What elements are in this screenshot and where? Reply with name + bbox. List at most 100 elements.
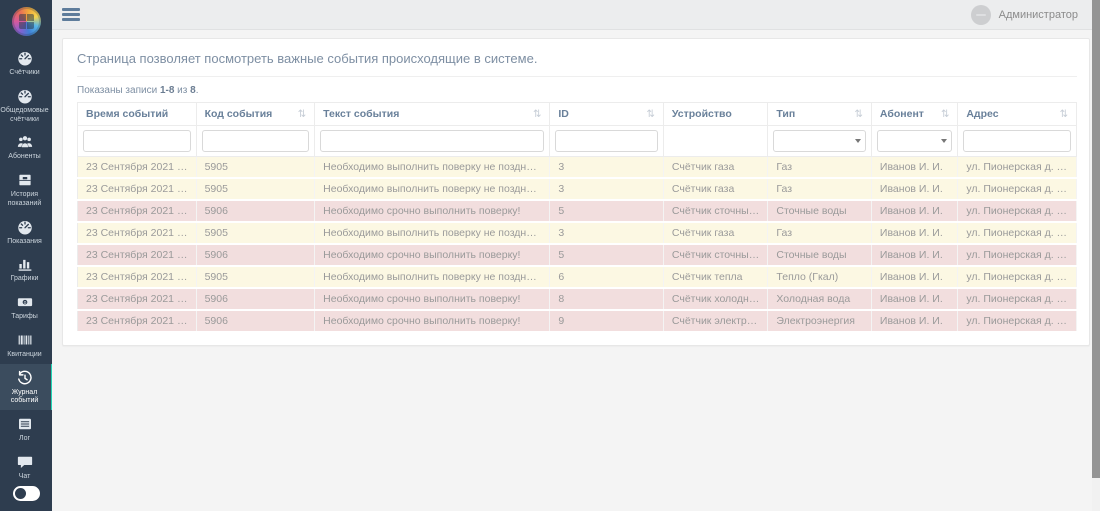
sidebar-item-tariffs[interactable]: 0Тарифы (0, 288, 52, 326)
user-menu[interactable]: Администратор (971, 5, 1078, 25)
filter-cell-text (315, 126, 550, 157)
cell-id: 3 (550, 178, 664, 200)
log-icon (16, 415, 34, 433)
cell-time: 23 Сентября 2021 11:07:30 (78, 244, 197, 266)
theme-toggle[interactable] (13, 486, 40, 501)
sidebar-item-label: Общедомовые счётчики (0, 107, 48, 125)
cell-code: 5906 (196, 244, 315, 266)
sidebar-item-event-journal[interactable]: Журнал событий (0, 364, 52, 411)
cell-time: 23 Сентября 2021 11:07:27 (78, 222, 197, 244)
sidebar-item-meters[interactable]: Счётчики (0, 44, 52, 82)
cell-subscriber: Иванов И. И. (871, 266, 957, 288)
summary-prefix: Показаны записи (77, 85, 160, 96)
cell-id: 8 (550, 288, 664, 310)
cell-type: Сточные воды (768, 200, 872, 222)
page-description: Страница позволяет посмотреть важные соб… (77, 47, 1077, 77)
column-header-subscriber[interactable]: Абонент⇅ (871, 103, 957, 126)
cell-type: Тепло (Гкал) (768, 266, 872, 288)
filter-input-address[interactable] (963, 130, 1071, 152)
filter-cell-address (958, 126, 1077, 157)
app-root: Счётчики Общедомовые счётчики АбонентыИсто… (0, 0, 1100, 511)
sidebar-item-charts[interactable]: Графики (0, 250, 52, 288)
sidebar-item-subscribers[interactable]: Абоненты (0, 128, 52, 166)
event-row: 23 Сентября 2021 11:07:305906Необходимо … (78, 244, 1077, 266)
filter-input-text[interactable] (320, 130, 544, 152)
filter-cell-type (768, 126, 872, 157)
cell-code: 5906 (196, 200, 315, 222)
money-icon: 0 (16, 293, 34, 311)
summary-range: 1-8 (160, 85, 174, 96)
cell-address: ул. Пионерская д. 4, кв. 1 (958, 310, 1077, 332)
avatar (971, 5, 991, 25)
column-label: Код события (205, 108, 273, 120)
cell-time: 23 Сентября 2021 11:13:56 (78, 310, 197, 332)
event-row: 23 Сентября 2021 11:04:585906Необходимо … (78, 200, 1077, 222)
sidebar-item-log[interactable]: Лог (0, 410, 52, 448)
sidebar-item-label: Показания (7, 238, 42, 247)
sidebar-item-label: Лог (19, 435, 30, 444)
events-card: Страница позволяет посмотреть важные соб… (62, 38, 1090, 346)
column-header-text[interactable]: Текст события ⇅ (315, 103, 550, 126)
cell-code: 5906 (196, 310, 315, 332)
column-header-time: Время событий (78, 103, 197, 126)
window-scrollbar[interactable] (1092, 0, 1100, 511)
sort-icon[interactable]: ⇅ (851, 109, 863, 120)
cell-text: Необходимо выполнить поверку не позднее … (315, 178, 550, 200)
cell-id: 3 (550, 157, 664, 179)
cell-id: 3 (550, 222, 664, 244)
table-header-row: Время событийКод события⇅Текст события⇅I… (78, 103, 1077, 126)
sort-icon[interactable]: ⇅ (1056, 109, 1068, 120)
filter-input-time[interactable] (83, 130, 191, 152)
filter-select-type[interactable] (773, 130, 866, 152)
sidebar-item-chat[interactable]: Чат (0, 448, 52, 486)
cell-text: Необходимо срочно выполнить поверку! (315, 310, 550, 332)
filter-cell-code (196, 126, 315, 157)
event-row: 23 Сентября 2021 11:04:325905Необходимо … (78, 178, 1077, 200)
sidebar-item-label: Квитанции (7, 351, 41, 360)
filter-cell-time (78, 126, 197, 157)
sort-icon[interactable]: ⇅ (294, 109, 306, 120)
sidebar-item-history[interactable]: История показаний (0, 166, 52, 213)
cell-text: Необходимо срочно выполнить поверку! (315, 244, 550, 266)
column-header-address[interactable]: Адрес ⇅ (958, 103, 1077, 126)
cell-subscriber: Иванов И. И. (871, 200, 957, 222)
filter-cell-device (663, 126, 768, 157)
cell-type: Газ (768, 222, 872, 244)
chart-icon (16, 255, 34, 273)
app-logo[interactable] (12, 7, 41, 36)
sort-icon[interactable]: ⇅ (643, 109, 655, 120)
filter-input-code[interactable] (202, 130, 310, 152)
cell-device: Счётчик сточных вод (663, 200, 768, 222)
cell-text: Необходимо выполнить поверку не позднее … (315, 222, 550, 244)
archive-icon (16, 171, 34, 189)
sidebar-nav: Счётчики Общедомовые счётчики АбонентыИсто… (0, 44, 52, 486)
cell-code: 5905 (196, 266, 315, 288)
cell-subscriber: Иванов И. И. (871, 222, 957, 244)
sort-icon[interactable]: ⇅ (529, 109, 541, 120)
cell-address: ул. Пионерская д. 4, кв. 1 (958, 157, 1077, 179)
cell-address: ул. Пионерская д. 4, кв. 1 (958, 244, 1077, 266)
cell-subscriber: Иванов И. И. (871, 157, 957, 179)
column-header-code[interactable]: Код события ⇅ (196, 103, 315, 126)
filter-select-subscriber[interactable] (877, 130, 952, 152)
column-label: Адрес (966, 108, 998, 120)
cell-id: 9 (550, 310, 664, 332)
column-header-device: Устройство (663, 103, 768, 126)
sidebar-item-readings[interactable]: Показания (0, 213, 52, 251)
cell-address: ул. Пионерская д. 4, кв. 1 (958, 288, 1077, 310)
event-row: 23 Сентября 2021 11:13:565906Необходимо … (78, 310, 1077, 332)
cell-text: Необходимо выполнить поверку не позднее … (315, 266, 550, 288)
menu-toggle-icon[interactable] (62, 8, 80, 21)
scrollbar-thumb[interactable] (1092, 0, 1100, 478)
sidebar-item-receipts[interactable]: Квитанции (0, 326, 52, 364)
column-header-type[interactable]: Тип⇅ (768, 103, 872, 126)
cell-time: 23 Сентября 2021 11:10:38 (78, 266, 197, 288)
sidebar-item-house-meters[interactable]: Общедомовые счётчики (0, 82, 52, 129)
chat-icon (16, 453, 34, 471)
cell-time: 23 Сентября 2021 11:04:58 (78, 200, 197, 222)
column-header-id[interactable]: ID⇅ (550, 103, 664, 126)
sort-icon[interactable]: ⇅ (937, 109, 949, 120)
cell-subscriber: Иванов И. И. (871, 288, 957, 310)
column-label: Текст события (323, 108, 399, 120)
filter-input-id[interactable] (555, 130, 658, 152)
